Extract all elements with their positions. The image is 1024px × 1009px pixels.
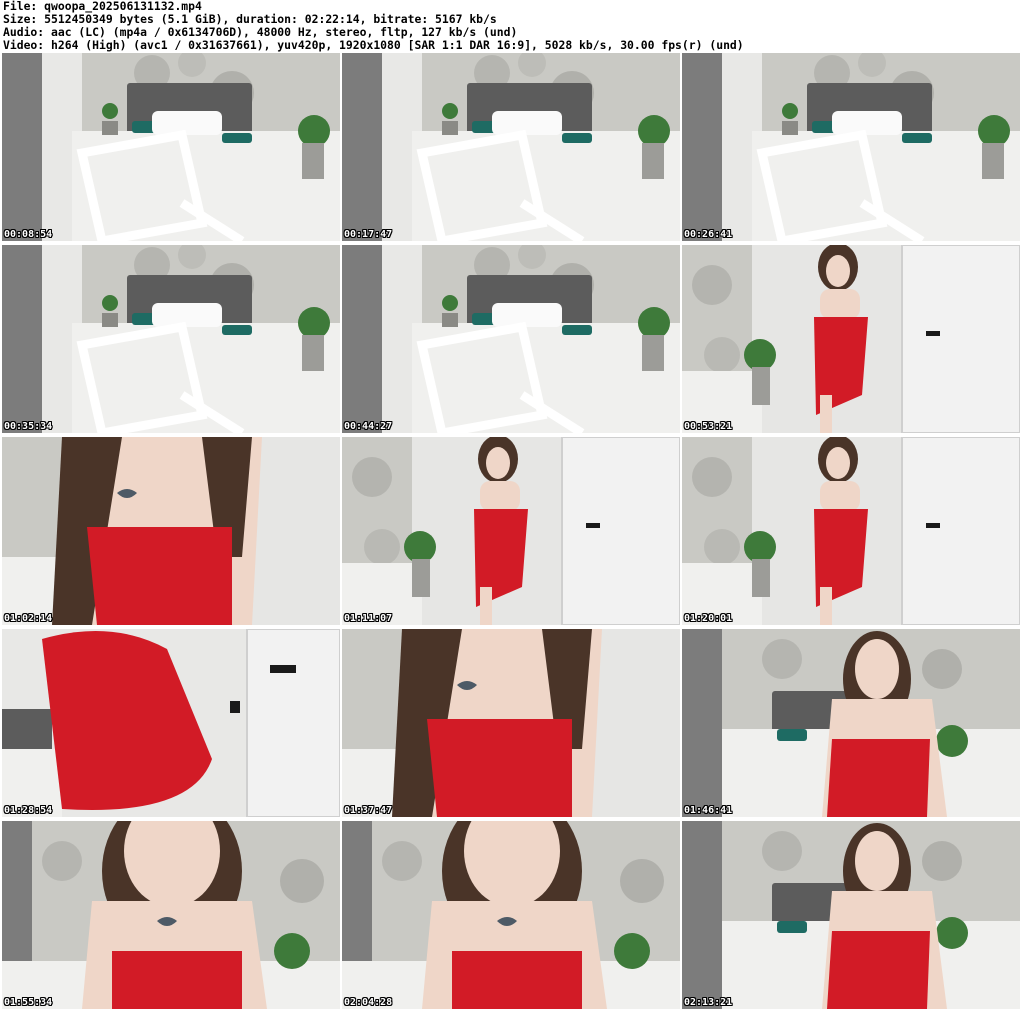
thumbnail-frame-image (2, 821, 340, 1009)
video-thumbnail: 00:44:27 (342, 245, 680, 433)
thumbnail-frame-image (2, 437, 340, 625)
thumbnail-frame-image (342, 53, 680, 241)
thumbnail-frame-image (682, 53, 1020, 241)
thumbnail-timestamp: 01:02:14 (4, 613, 53, 624)
video-thumbnail: 01:02:14 (2, 437, 340, 625)
thumbnail-timestamp: 00:17:47 (344, 229, 393, 240)
video-thumbnail: 01:20:01 (682, 437, 1020, 625)
thumbnail-frame-image (682, 245, 1020, 433)
video-thumbnail: 01:11:07 (342, 437, 680, 625)
thumbnail-timestamp: 00:35:34 (4, 421, 53, 432)
thumbnail-timestamp: 00:53:21 (684, 421, 733, 432)
thumbnail-frame-image (2, 53, 340, 241)
thumbnail-frame-image (342, 821, 680, 1009)
thumbnail-timestamp: 01:46:41 (684, 805, 733, 816)
thumbnail-frame-image (2, 629, 340, 817)
video-info-line: Video: h264 (High) (avc1 / 0x31637661), … (3, 38, 744, 52)
video-thumbnail: 02:04:28 (342, 821, 680, 1009)
video-thumbnail: 00:53:21 (682, 245, 1020, 433)
thumbnail-frame-image (2, 245, 340, 433)
video-thumbnail: 01:28:54 (2, 629, 340, 817)
thumbnail-timestamp: 00:08:54 (4, 229, 53, 240)
thumbnail-frame-image (342, 629, 680, 817)
video-thumbnail: 00:08:54 (2, 53, 340, 241)
file-info-header: File: qwoopa_202506131132.mp4 Size: 5512… (3, 0, 1021, 52)
video-thumbnail: 00:35:34 (2, 245, 340, 433)
thumbnail-grid: 00:08:54 00:17:47 00:26:41 00:35:34 00:4… (2, 53, 1022, 1009)
thumbnail-frame-image (682, 629, 1020, 817)
thumbnail-frame-image (682, 821, 1020, 1009)
thumbnail-timestamp: 00:26:41 (684, 229, 733, 240)
video-thumbnail: 00:17:47 (342, 53, 680, 241)
thumbnail-timestamp: 01:20:01 (684, 613, 733, 624)
video-thumbnail: 00:26:41 (682, 53, 1020, 241)
video-thumbnail: 01:37:47 (342, 629, 680, 817)
video-thumbnail: 01:55:34 (2, 821, 340, 1009)
thumbnail-frame-image (682, 437, 1020, 625)
thumbnail-timestamp: 01:37:47 (344, 805, 393, 816)
video-thumbnail: 01:46:41 (682, 629, 1020, 817)
thumbnail-timestamp: 01:28:54 (4, 805, 53, 816)
thumbnail-frame-image (342, 437, 680, 625)
thumbnail-frame-image (342, 245, 680, 433)
thumbnail-timestamp: 01:11:07 (344, 613, 393, 624)
thumbnail-timestamp: 00:44:27 (344, 421, 393, 432)
video-thumbnail: 02:13:21 (682, 821, 1020, 1009)
